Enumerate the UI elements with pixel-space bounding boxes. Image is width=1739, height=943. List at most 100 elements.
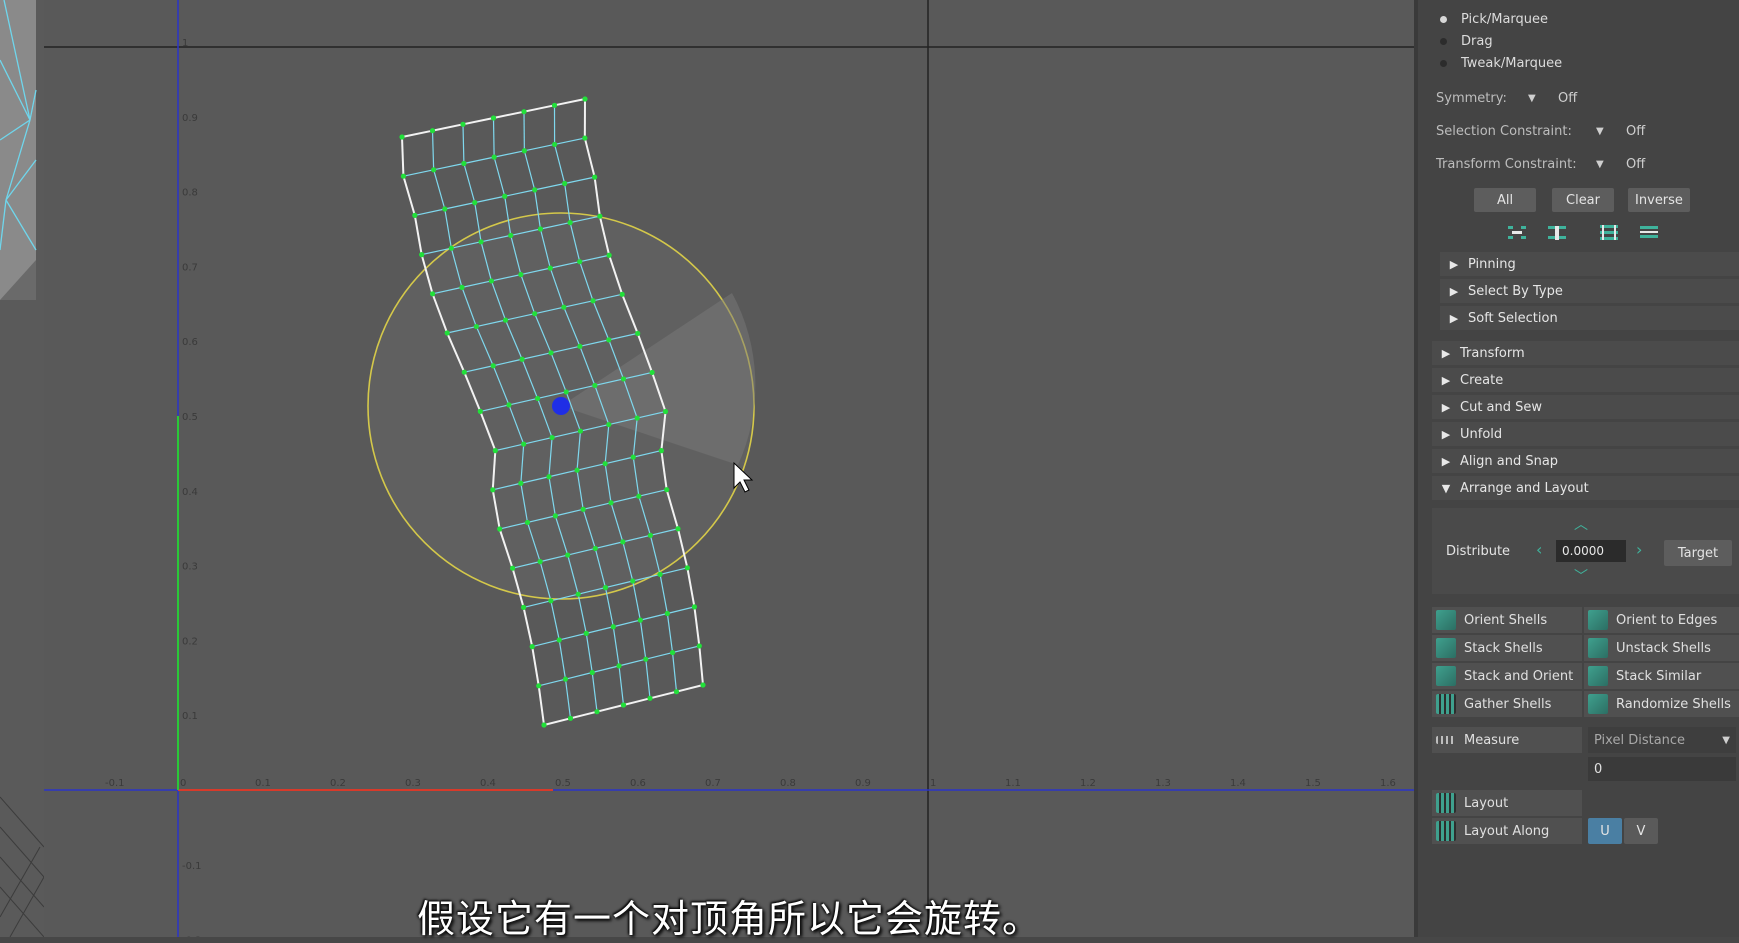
measure-button[interactable]: Measure [1432, 727, 1582, 753]
orient-to-edges-button[interactable]: Orient to Edges [1584, 607, 1739, 633]
uv-edge [445, 209, 452, 248]
layout-along-u-toggle[interactable]: U [1588, 818, 1622, 844]
section-label: Align and Snap [1460, 454, 1558, 469]
chevron-down-icon[interactable]: ﹀ [1574, 566, 1588, 586]
dropdown-arrow-icon[interactable]: ▼ [1596, 126, 1606, 137]
section-align-and-snap[interactable]: ▶ Align and Snap [1432, 449, 1739, 473]
uv-point [606, 422, 611, 427]
gather-shells-icon [1436, 694, 1456, 714]
uv-edge [650, 692, 677, 699]
expand-arrow-icon: ▶ [1440, 312, 1468, 325]
section-arrange-and-layout[interactable]: ▼ Arrange and Layout [1432, 476, 1739, 500]
dropdown-arrow-icon[interactable]: ▼ [1596, 159, 1606, 170]
uv-point [564, 389, 569, 394]
layout-along-button[interactable]: Layout Along [1432, 818, 1582, 844]
uv-canvas[interactable]: -0.100.10.20.30.40.50.60.70.80.911.11.21… [44, 0, 1414, 937]
uv-point [561, 305, 566, 310]
x-tick-label: 1.3 [1155, 778, 1171, 789]
section-pinning[interactable]: ▶ Pinning [1440, 252, 1739, 276]
grow-selection-icon[interactable] [1546, 224, 1568, 242]
uv-point [664, 487, 669, 492]
uv-edge [524, 601, 551, 608]
section-select-by-type[interactable]: ▶ Select By Type [1440, 279, 1739, 303]
x-tick-label: 1.4 [1230, 778, 1246, 789]
tweak-marquee-label: Tweak/Marquee [1461, 56, 1562, 71]
tweak-marquee-option[interactable]: Tweak/Marquee [1440, 54, 1562, 72]
uv-point [521, 605, 526, 610]
layout-along-v-toggle[interactable]: V [1624, 818, 1658, 844]
selection-constraint-setting[interactable]: Selection Constraint: ▼ Off [1436, 121, 1645, 141]
section-cut-and-sew[interactable]: ▶ Cut and Sew [1432, 395, 1739, 419]
drag-option[interactable]: Drag [1440, 32, 1493, 50]
uv-point [449, 246, 454, 251]
y-tick-label: 0.1 [182, 711, 198, 722]
uv-point [401, 174, 406, 179]
uv-point [522, 148, 527, 153]
unstack-shells-button[interactable]: Unstack Shells [1584, 635, 1739, 661]
x-tick-label: 1.1 [1005, 778, 1021, 789]
section-transform[interactable]: ▶ Transform [1432, 341, 1739, 365]
tool-label: Stack and Orient [1464, 669, 1573, 684]
uv-point [648, 533, 653, 538]
dropdown-arrow-icon[interactable]: ▼ [1528, 93, 1538, 104]
symmetry-setting[interactable]: Symmetry: ▼ Off [1436, 88, 1577, 108]
select-edge-loop-icon[interactable] [1598, 224, 1620, 242]
expand-arrow-icon: ▶ [1432, 455, 1460, 468]
uv-point [568, 716, 573, 721]
stack-and-orient-button[interactable]: Stack and Orient [1432, 663, 1582, 689]
uv-edge [597, 705, 624, 712]
uv-point [530, 644, 535, 649]
uv-point [460, 122, 465, 127]
clear-selection-button[interactable]: Clear [1552, 188, 1614, 212]
measure-value-field[interactable]: 0 [1588, 757, 1736, 781]
expand-arrow-icon: ▶ [1432, 374, 1460, 387]
tool-label: Measure [1464, 733, 1519, 748]
y-tick-label: 0.4 [182, 487, 198, 498]
uv-edge [433, 124, 464, 130]
x-tick-label: 0.3 [405, 778, 421, 789]
uv-editor-viewport[interactable]: -0.100.10.20.30.40.50.60.70.80.911.11.21… [44, 0, 1414, 937]
gather-shells-button[interactable]: Gather Shells [1432, 691, 1582, 717]
uv-edge [613, 627, 619, 666]
section-soft-selection[interactable]: ▶ Soft Selection [1440, 306, 1739, 330]
uv-point [692, 604, 697, 609]
stack-similar-button[interactable]: Stack Similar [1584, 663, 1739, 689]
layout-button[interactable]: Layout [1432, 790, 1582, 816]
uv-point [620, 292, 625, 297]
chevron-right-icon[interactable]: › [1636, 540, 1642, 559]
distribute-value-field[interactable]: 0.0000 [1556, 540, 1626, 562]
section-unfold[interactable]: ▶ Unfold [1432, 422, 1739, 446]
tool-label: Stack Similar [1616, 669, 1701, 684]
select-all-button[interactable]: All [1474, 188, 1536, 212]
section-create[interactable]: ▶ Create [1432, 368, 1739, 392]
transform-constraint-setting[interactable]: Transform Constraint: ▼ Off [1436, 154, 1645, 174]
chevron-left-icon[interactable]: ‹ [1536, 540, 1542, 559]
orient-shells-button[interactable]: Orient Shells [1432, 607, 1582, 633]
uv-point [497, 526, 502, 531]
select-edge-ring-icon[interactable] [1638, 224, 1660, 242]
uv-toolkit-panel: Pick/Marquee Drag Tweak/Marquee Symmetry… [1418, 0, 1739, 937]
left-3d-viewport-strip[interactable] [0, 0, 44, 937]
uv-edge [619, 666, 623, 705]
uv-point [474, 324, 479, 329]
uv-point [607, 253, 612, 258]
uv-edge [667, 607, 694, 614]
uv-point [565, 552, 570, 557]
symmetry-value[interactable]: Off [1558, 91, 1577, 106]
uv-point [462, 370, 467, 375]
pick-marquee-option[interactable]: Pick/Marquee [1440, 10, 1548, 28]
uv-edge [619, 659, 646, 666]
chevron-up-icon[interactable]: ︿ [1574, 514, 1588, 534]
target-button[interactable]: Target [1664, 540, 1732, 566]
measure-unit-dropdown[interactable]: Pixel Distance ▼ [1588, 727, 1736, 753]
transform-constraint-value[interactable]: Off [1626, 157, 1645, 172]
randomize-shells-button[interactable]: Randomize Shells [1584, 691, 1739, 717]
stack-shells-button[interactable]: Stack Shells [1432, 635, 1582, 661]
selection-constraint-value[interactable]: Off [1626, 124, 1645, 139]
shrink-selection-icon[interactable] [1506, 224, 1528, 242]
expand-arrow-icon: ▶ [1432, 347, 1460, 360]
uv-edge [640, 613, 667, 620]
uv-point [621, 702, 626, 707]
uv-point [590, 670, 595, 675]
inverse-selection-button[interactable]: Inverse [1628, 188, 1690, 212]
